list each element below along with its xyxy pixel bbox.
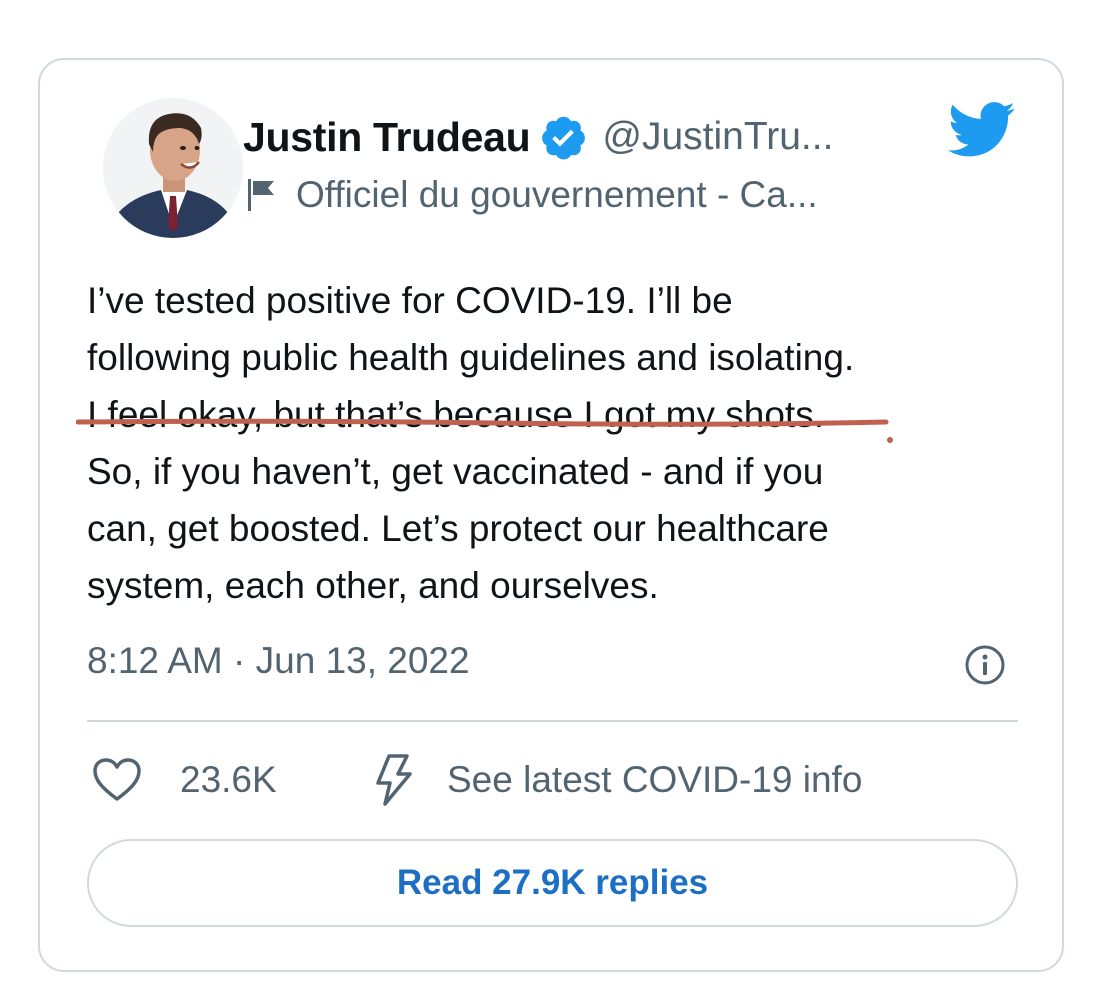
read-replies-button[interactable]: Read 27.9K replies [87,839,1018,927]
covid-info-link[interactable]: See latest COVID-19 info [373,752,862,808]
flag-icon [248,179,274,211]
avatar[interactable] [103,98,243,238]
verified-badge-icon [542,116,586,160]
lightning-bolt-icon [376,754,412,806]
heart-icon [93,758,141,801]
author-handle[interactable]: @JustinTru... [602,115,833,159]
tweet-card: Justin Trudeau @JustinTru... Officiel du… [38,58,1064,972]
author-name-row[interactable]: Justin Trudeau @JustinTru... [243,112,833,162]
author-display-name[interactable]: Justin Trudeau [243,114,531,161]
covid-info-label: See latest COVID-19 info [447,759,863,800]
tweet-timestamp[interactable]: 8:12 AM · Jun 13, 2022 [87,640,470,682]
info-icon[interactable] [964,644,1006,686]
divider [87,720,1018,722]
like-count: 23.6K [180,759,277,800]
twitter-bird-icon[interactable] [948,100,1016,160]
government-label[interactable]: Officiel du gouvernement - Ca... [246,172,818,218]
like-button[interactable]: 23.6K [92,755,277,805]
tweet-text: I’ve tested positive for COVID-19. I’ll … [87,280,855,606]
government-label-text: Officiel du gouvernement - Ca... [296,174,818,215]
